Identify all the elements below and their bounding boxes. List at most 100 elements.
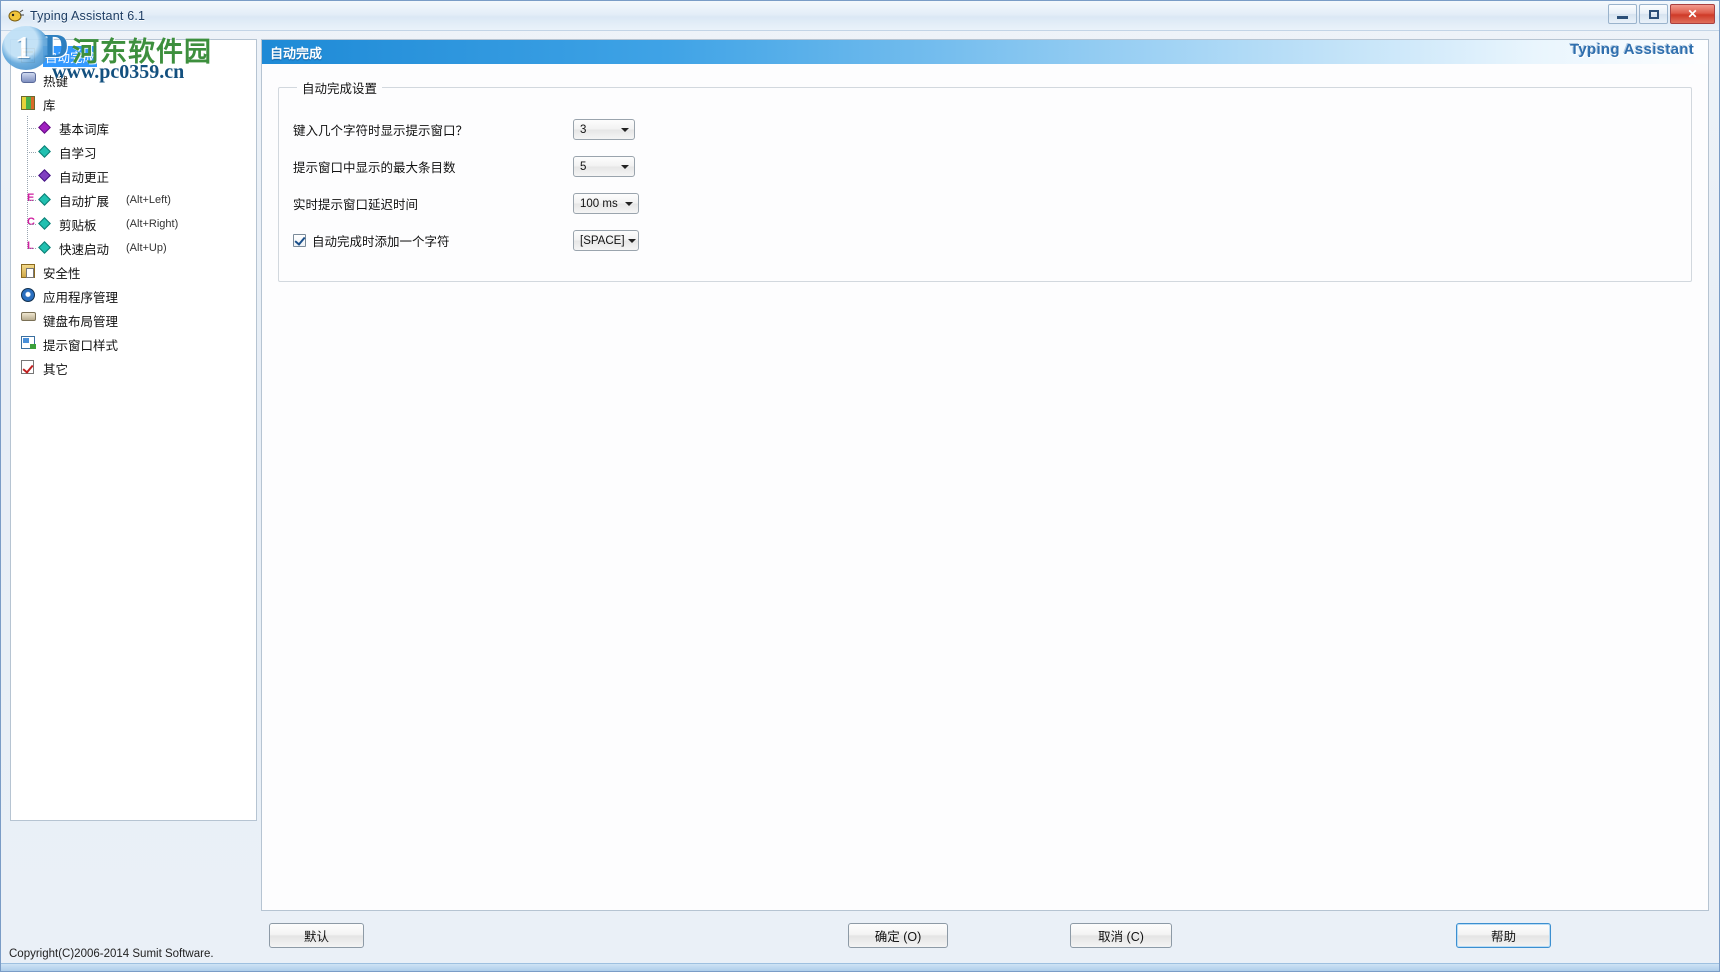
setting-label-0: 键入几个字符时显示提示窗口？ bbox=[293, 124, 469, 138]
tree-item-label: 快速启动 bbox=[59, 242, 110, 257]
diamond-violet-icon bbox=[37, 168, 53, 184]
tree-item-label: 提示窗口样式 bbox=[43, 338, 119, 353]
tree-item-label: 自动扩展 bbox=[59, 194, 110, 209]
setting-label-wrap-0: 键入几个字符时显示提示窗口？ bbox=[293, 120, 573, 139]
minimize-button[interactable] bbox=[1608, 4, 1637, 24]
tree-item-12[interactable]: 提示窗口样式 bbox=[11, 332, 256, 356]
setting-label-1: 提示窗口中显示的最大条目数 bbox=[293, 161, 456, 175]
close-icon: ✕ bbox=[1687, 7, 1698, 21]
setting-dropdown-value-3: [SPACE] bbox=[580, 234, 625, 247]
diamond-teal-icon bbox=[37, 144, 53, 160]
tree-item-label: 自学习 bbox=[59, 146, 97, 161]
setting-dropdown-1[interactable]: 5 bbox=[573, 156, 635, 177]
chevron-down-icon bbox=[617, 120, 632, 139]
application-window: Typing Assistant 6.1 ✕ 自动完成热键库基本词库自学习自动更… bbox=[0, 0, 1720, 972]
tree-item-10[interactable]: 应用程序管理 bbox=[11, 284, 256, 308]
footer-bar: 默认 确定 (O) 取消 (C) 帮助 Copyright(C)2006-201… bbox=[1, 911, 1719, 971]
setting-checkbox-3[interactable] bbox=[293, 234, 306, 247]
chevron-down-icon bbox=[621, 194, 636, 213]
tree-item-7[interactable]: C 剪贴板 (Alt+Right) bbox=[11, 212, 256, 236]
setting-label-2: 实时提示窗口延迟时间 bbox=[293, 198, 419, 212]
minimize-icon bbox=[1617, 15, 1628, 19]
tree-item-1[interactable]: 热键 bbox=[11, 68, 256, 92]
help-button[interactable]: 帮助 bbox=[1456, 923, 1551, 948]
cancel-button[interactable]: 取消 (C) bbox=[1070, 923, 1172, 948]
tree-item-label: 自动更正 bbox=[59, 170, 110, 185]
setting-label-3: 自动完成时添加一个字符 bbox=[312, 235, 450, 249]
tree-item-prefix-letter: C bbox=[27, 216, 35, 228]
tree-item-shortcut: (Alt+Up) bbox=[126, 242, 167, 254]
settings-rows: 键入几个字符时显示提示窗口？ 3 提示窗口中显示的最大条目数 5 实时提示窗口延迟时间 1… bbox=[293, 111, 1677, 259]
window-controls: ✕ bbox=[1608, 4, 1715, 24]
chevron-down-icon bbox=[617, 157, 632, 176]
settings-page: 自动完成 Typing Assistant 自动完成设置 键入几个字符时显示提示… bbox=[261, 39, 1709, 911]
setting-row-2: 实时提示窗口延迟时间 100 ms bbox=[293, 185, 1677, 222]
close-button[interactable]: ✕ bbox=[1670, 4, 1715, 24]
setting-row-3: 自动完成时添加一个字符 [SPACE] bbox=[293, 222, 1677, 259]
page-header: 自动完成 Typing Assistant bbox=[262, 40, 1708, 64]
tree-item-label: 库 bbox=[43, 98, 56, 113]
tree-item-label: 安全性 bbox=[43, 266, 81, 281]
setting-dropdown-value-0: 3 bbox=[580, 123, 587, 136]
brand-label: Typing Assistant bbox=[1570, 41, 1694, 58]
diamond-teal-icon: E bbox=[27, 192, 53, 208]
setting-dropdown-value-1: 5 bbox=[580, 160, 587, 173]
setting-label-wrap-1: 提示窗口中显示的最大条目数 bbox=[293, 157, 573, 176]
document-icon bbox=[21, 48, 37, 64]
group-title: 自动完成设置 bbox=[302, 82, 378, 96]
tree-item-label: 剪贴板 bbox=[59, 218, 97, 233]
books-icon bbox=[21, 96, 37, 112]
setting-label-wrap-2: 实时提示窗口延迟时间 bbox=[293, 194, 573, 213]
setting-dropdown-2[interactable]: 100 ms bbox=[573, 193, 639, 214]
tree-item-label: 应用程序管理 bbox=[43, 290, 119, 305]
setting-dropdown-0[interactable]: 3 bbox=[573, 119, 635, 140]
tree-item-4[interactable]: 自学习 bbox=[11, 140, 256, 164]
navigation-panel: 自动完成热键库基本词库自学习自动更正 E 自动扩展 (Alt+Left) C 剪贴板 (Al… bbox=[1, 31, 257, 911]
diamond-teal-icon: C bbox=[27, 216, 53, 232]
tree-item-shortcut: (Alt+Left) bbox=[126, 194, 171, 206]
maximize-icon bbox=[1648, 9, 1659, 19]
app-manager-icon bbox=[21, 288, 37, 304]
checklist-icon bbox=[21, 360, 37, 376]
tree-item-6[interactable]: E 自动扩展 (Alt+Left) bbox=[11, 188, 256, 212]
chevron-down-icon bbox=[625, 231, 640, 250]
tree-item-label: 自动完成 bbox=[43, 45, 98, 67]
diamond-teal-icon: L bbox=[27, 240, 53, 256]
diamond-purple-icon bbox=[37, 120, 53, 136]
tree-item-11[interactable]: 键盘布局管理 bbox=[11, 308, 256, 332]
setting-dropdown-value-2: 100 ms bbox=[580, 197, 618, 210]
window-title: Typing Assistant 6.1 bbox=[30, 8, 146, 23]
default-button[interactable]: 默认 bbox=[269, 923, 364, 948]
keyboard-icon bbox=[21, 312, 37, 328]
settings-panel: 自动完成 Typing Assistant 自动完成设置 键入几个字符时显示提示… bbox=[257, 31, 1719, 911]
tree-item-shortcut: (Alt+Right) bbox=[126, 218, 179, 230]
tree-item-prefix-letter: L bbox=[27, 240, 34, 252]
tree-item-5[interactable]: 自动更正 bbox=[11, 164, 256, 188]
tree-item-9[interactable]: 安全性 bbox=[11, 260, 256, 284]
bottom-strip bbox=[1, 963, 1719, 971]
maximize-button[interactable] bbox=[1639, 4, 1668, 24]
title-bar: Typing Assistant 6.1 ✕ bbox=[1, 1, 1719, 31]
tree-item-3[interactable]: 基本词库 bbox=[11, 116, 256, 140]
settings-tree[interactable]: 自动完成热键库基本词库自学习自动更正 E 自动扩展 (Alt+Left) C 剪贴板 (Al… bbox=[10, 39, 257, 821]
setting-dropdown-3[interactable]: [SPACE] bbox=[573, 230, 639, 251]
setting-row-0: 键入几个字符时显示提示窗口？ 3 bbox=[293, 111, 1677, 148]
setting-label-wrap-3: 自动完成时添加一个字符 bbox=[293, 231, 573, 250]
tree-item-2[interactable]: 库 bbox=[11, 92, 256, 116]
page-title: 自动完成 bbox=[270, 45, 323, 61]
tree-item-0[interactable]: 自动完成 bbox=[11, 44, 256, 68]
tree-item-label: 键盘布局管理 bbox=[43, 314, 119, 329]
autocomplete-settings-group: 自动完成设置 键入几个字符时显示提示窗口？ 3 提示窗口中显示的最大条目数 5 实时提示… bbox=[278, 78, 1692, 282]
page-body: 自动完成设置 键入几个字符时显示提示窗口？ 3 提示窗口中显示的最大条目数 5 实时提示… bbox=[262, 64, 1708, 910]
tree-item-13[interactable]: 其它 bbox=[11, 356, 256, 380]
key-icon bbox=[21, 72, 37, 88]
tree-item-label: 热键 bbox=[43, 74, 69, 89]
tree-item-prefix-letter: E bbox=[27, 192, 35, 204]
content-area: 自动完成热键库基本词库自学习自动更正 E 自动扩展 (Alt+Left) C 剪贴板 (Al… bbox=[1, 31, 1719, 911]
lock-icon bbox=[21, 264, 37, 280]
setting-row-1: 提示窗口中显示的最大条目数 5 bbox=[293, 148, 1677, 185]
copyright-text: Copyright(C)2006-2014 Sumit Software. bbox=[9, 948, 214, 960]
tree-item-label: 其它 bbox=[43, 362, 69, 377]
tree-item-8[interactable]: L 快速启动 (Alt+Up) bbox=[11, 236, 256, 260]
ok-button[interactable]: 确定 (O) bbox=[848, 923, 948, 948]
